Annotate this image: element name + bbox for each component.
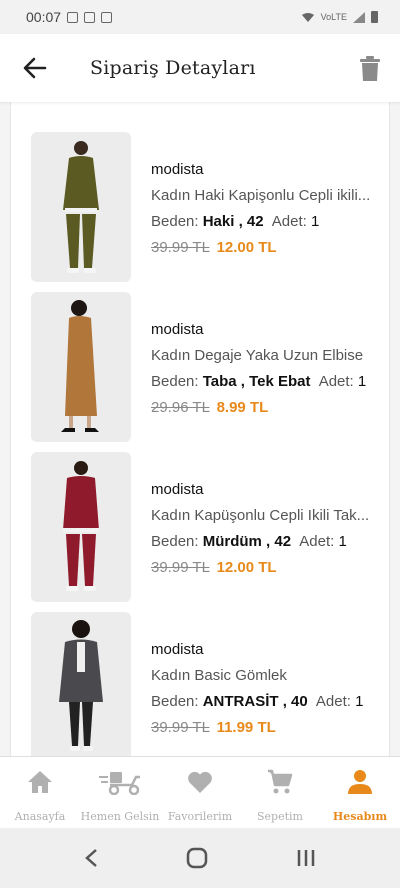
item-name[interactable]: Kadın Kapüşonlu Cepli Ikili Tak... (151, 507, 373, 533)
person-icon (347, 768, 373, 796)
item-name[interactable]: Kadın Degaje Yaka Uzun Elbise (151, 347, 373, 373)
old-price: 29.96 TL (151, 399, 210, 416)
item-attributes: Beden: Taba , Tek Ebat Adet: 1 (151, 373, 373, 399)
box-notification-icon (84, 11, 96, 23)
nav-label: Hesabım (332, 810, 388, 823)
item-brand: modista (151, 641, 204, 658)
system-back-icon[interactable] (84, 848, 98, 868)
gallery-notification-icon (67, 11, 79, 23)
battery-icon (371, 11, 378, 23)
item-name[interactable]: Kadın Haki Kapişonlu Cepli ikili... (151, 187, 373, 213)
cart-icon (267, 768, 293, 796)
size-label: Beden: (151, 693, 199, 710)
delivery-scooter-icon (98, 768, 142, 796)
nav-item-hemen-gelsin[interactable]: Hemen Gelsin (80, 757, 160, 828)
product-image[interactable] (31, 132, 131, 282)
item-size: ANTRASİT , 40 (202, 693, 308, 710)
nav-item-favorilerim[interactable]: Favorilerim (160, 757, 240, 828)
item-info: modista Kadın Degaje Yaka Uzun Elbise Be… (151, 292, 373, 442)
new-price: 11.99 TL (216, 719, 276, 736)
status-bar: 00:07 VoLTE (0, 0, 400, 34)
old-price: 39.99 TL (151, 559, 210, 576)
size-label: Beden: (151, 373, 199, 390)
new-price: 12.00 TL (216, 559, 277, 576)
qty-label: Adet: (315, 693, 351, 710)
order-item[interactable]: modista Kadın Degaje Yaka Uzun Elbise Be… (31, 292, 391, 442)
item-size: Taba , Tek Ebat (202, 373, 311, 390)
signal-icon (353, 11, 365, 23)
qty-label: Adet: (271, 213, 307, 230)
delete-order-button[interactable] (340, 34, 400, 102)
item-qty: 1 (357, 373, 367, 390)
nav-label: Anasayfa (14, 810, 66, 823)
item-info: modista Kadın Basic Gömlek Beden: ANTRAS… (151, 612, 373, 756)
nav-item-anasayfa[interactable]: Anasayfa (0, 757, 80, 828)
item-prices: 39.99 TL 12.00 TL (151, 239, 373, 265)
product-image[interactable] (31, 292, 131, 442)
item-size: Mürdüm , 42 (202, 533, 292, 550)
nav-label: Sepetim (257, 810, 303, 823)
order-item[interactable]: modista Kadın Kapüşonlu Cepli Ikili Tak.… (31, 452, 391, 602)
size-label: Beden: (151, 213, 199, 230)
app-bar: Sipariş Detayları (0, 34, 400, 102)
old-price: 39.99 TL (151, 239, 210, 256)
home-icon (27, 768, 53, 796)
arrow-left-icon (23, 57, 47, 79)
order-card: modista Kadın Haki Kapişonlu Cepli ikili… (10, 102, 390, 756)
item-attributes: Beden: Haki , 42 Adet: 1 (151, 213, 373, 239)
size-label: Beden: (151, 533, 199, 550)
item-brand: modista (151, 321, 204, 338)
product-image[interactable] (31, 612, 131, 756)
page-title: Sipariş Detayları (90, 57, 256, 79)
heart-icon (187, 768, 213, 796)
wifi-icon (301, 12, 314, 22)
item-prices: 29.96 TL 8.99 TL (151, 399, 373, 425)
qty-label: Adet: (299, 533, 335, 550)
item-brand: modista (151, 161, 204, 178)
item-attributes: Beden: ANTRASİT , 40 Adet: 1 (151, 693, 373, 719)
trash-icon (360, 55, 380, 81)
product-image[interactable] (31, 452, 131, 602)
nav-item-sepetim[interactable]: Sepetim (240, 757, 320, 828)
app-notification-icon (101, 11, 113, 23)
item-qty: 1 (355, 693, 364, 710)
nav-item-hesabim[interactable]: Hesabım (320, 757, 400, 828)
item-info: modista Kadın Haki Kapişonlu Cepli ikili… (151, 132, 373, 282)
status-right: VoLTE (301, 11, 378, 23)
status-left: 00:07 (26, 9, 113, 25)
item-size: Haki , 42 (202, 213, 264, 230)
status-time: 00:07 (26, 9, 62, 25)
item-prices: 39.99 TL 11.99 TL (151, 719, 373, 745)
item-qty: 1 (310, 213, 320, 230)
item-qty: 1 (338, 533, 347, 550)
order-items-list[interactable]: modista Kadın Haki Kapişonlu Cepli ikili… (0, 102, 400, 756)
bottom-navigation: Anasayfa Hemen Gelsin Favorilerim Sepeti… (0, 756, 400, 828)
nav-label: Hemen Gelsin (80, 810, 160, 823)
item-name[interactable]: Kadın Basic Gömlek (151, 667, 373, 693)
order-item[interactable]: modista Kadın Basic Gömlek Beden: ANTRAS… (31, 612, 391, 756)
nav-label: Favorilerim (167, 810, 233, 823)
item-brand: modista (151, 481, 204, 498)
item-prices: 39.99 TL 12.00 TL (151, 559, 373, 585)
qty-label: Adet: (318, 373, 354, 390)
order-item[interactable]: modista Kadın Haki Kapişonlu Cepli ikili… (31, 132, 391, 282)
old-price: 39.99 TL (151, 719, 210, 736)
network-label: VoLTE (320, 12, 347, 22)
new-price: 12.00 TL (216, 239, 277, 256)
system-recents-icon[interactable] (296, 849, 316, 867)
system-navigation-bar (0, 828, 400, 888)
item-attributes: Beden: Mürdüm , 42 Adet: 1 (151, 533, 373, 559)
new-price: 8.99 TL (216, 399, 269, 416)
item-info: modista Kadın Kapüşonlu Cepli Ikili Tak.… (151, 452, 373, 602)
back-button[interactable] (0, 34, 70, 102)
system-home-icon[interactable] (186, 847, 208, 869)
